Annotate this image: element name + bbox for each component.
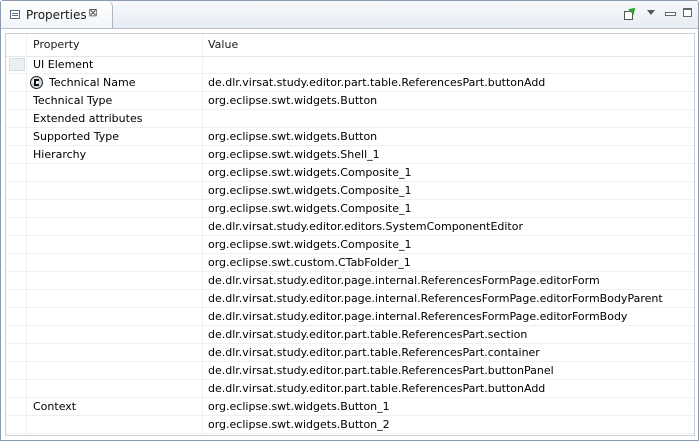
- value-cell: org.eclipse.swt.widgets.Button_1: [208, 400, 390, 413]
- value-cell: org.eclipse.swt.widgets.Composite_1: [208, 166, 412, 179]
- value-cell: de.dlr.virsat.study.editor.part.table.Re…: [208, 328, 528, 341]
- value-cell: org.eclipse.swt.widgets.Composite_1: [208, 202, 412, 215]
- column-header-property[interactable]: Property: [33, 34, 80, 56]
- table-row[interactable]: org.eclipse.swt.widgets.Composite_1: [6, 200, 694, 218]
- value-cell: de.dlr.virsat.study.editor.page.internal…: [208, 310, 628, 323]
- properties-tab[interactable]: Properties ⊠: [1, 1, 113, 28]
- table-body: UI Element Technical Name de.dlr.virsat.st…: [6, 56, 694, 434]
- table-row[interactable]: org.eclipse.swt.widgets.Composite_1: [6, 182, 694, 200]
- globe-icon: [30, 76, 43, 89]
- table-row[interactable]: de.dlr.virsat.study.editor.editors.Syste…: [6, 218, 694, 236]
- properties-table[interactable]: Property Value UI Element Technical Name d…: [5, 33, 695, 436]
- properties-view: Properties ⊠ Property Value UI Element Te…: [0, 0, 699, 441]
- table-row[interactable]: org.eclipse.swt.custom.CTabFolder_1: [6, 254, 694, 272]
- maximize-icon[interactable]: [683, 7, 693, 21]
- tab-title: Properties: [26, 8, 87, 22]
- property-cell: Supported Type: [33, 130, 119, 143]
- table-row[interactable]: de.dlr.virsat.study.editor.page.internal…: [6, 290, 694, 308]
- table-row[interactable]: de.dlr.virsat.study.editor.part.table.Re…: [6, 380, 694, 398]
- value-cell: de.dlr.virsat.study.editor.editors.Syste…: [208, 220, 523, 233]
- table-row[interactable]: Supported Type org.eclipse.swt.widgets.Bu…: [6, 128, 694, 146]
- value-cell: org.eclipse.swt.widgets.Shell_1: [208, 148, 380, 161]
- table-row[interactable]: Technical Name de.dlr.virsat.study.editor…: [6, 74, 694, 92]
- property-cell: Context: [33, 400, 77, 413]
- value-cell: org.eclipse.swt.widgets.Button_2: [208, 418, 390, 431]
- view-menu-icon[interactable]: [646, 7, 656, 21]
- pin-icon[interactable]: [623, 5, 638, 21]
- table-row[interactable]: UI Element: [6, 56, 694, 74]
- value-cell: de.dlr.virsat.study.editor.page.internal…: [208, 274, 600, 287]
- property-cell: Technical Name: [49, 76, 136, 89]
- table-row[interactable]: org.eclipse.swt.widgets.Button_2: [6, 416, 694, 434]
- value-cell: org.eclipse.swt.widgets.Button: [208, 94, 378, 107]
- table-row[interactable]: de.dlr.virsat.study.editor.part.table.Re…: [6, 344, 694, 362]
- value-cell: de.dlr.virsat.study.editor.part.table.Re…: [208, 382, 546, 395]
- value-cell: org.eclipse.swt.custom.CTabFolder_1: [208, 256, 411, 269]
- value-cell: org.eclipse.swt.widgets.Composite_1: [208, 238, 412, 251]
- value-cell: org.eclipse.swt.widgets.Button: [208, 130, 378, 143]
- value-cell: org.eclipse.swt.widgets.Composite_1: [208, 184, 412, 197]
- table-row[interactable]: de.dlr.virsat.study.editor.page.internal…: [6, 308, 694, 326]
- table-row[interactable]: de.dlr.virsat.study.editor.part.table.Re…: [6, 362, 694, 380]
- property-cell: Hierarchy: [33, 148, 87, 161]
- view-header: Properties ⊠: [1, 1, 698, 29]
- property-cell: UI Element: [33, 58, 94, 71]
- table-row[interactable]: org.eclipse.swt.widgets.Composite_1: [6, 164, 694, 182]
- table-row[interactable]: Technical Type org.eclipse.swt.widgets.Bu…: [6, 92, 694, 110]
- value-cell: de.dlr.virsat.study.editor.part.table.Re…: [208, 346, 540, 359]
- table-row[interactable]: Extended attributes: [6, 110, 694, 128]
- minimize-icon[interactable]: [665, 7, 676, 21]
- table-row[interactable]: de.dlr.virsat.study.editor.part.table.Re…: [6, 326, 694, 344]
- table-row[interactable]: Hierarchy org.eclipse.swt.widgets.Shell_1: [6, 146, 694, 164]
- row-selection-marker: [9, 58, 25, 71]
- properties-view-icon: [10, 10, 20, 19]
- value-cell: de.dlr.virsat.study.editor.page.internal…: [208, 292, 663, 305]
- value-cell: de.dlr.virsat.study.editor.part.table.Re…: [208, 364, 554, 377]
- close-icon[interactable]: ⊠: [87, 7, 99, 19]
- table-row[interactable]: de.dlr.virsat.study.editor.page.internal…: [6, 272, 694, 290]
- property-cell: Extended attributes: [33, 112, 143, 125]
- table-header: Property Value: [6, 34, 694, 57]
- table-row[interactable]: org.eclipse.swt.widgets.Composite_1: [6, 236, 694, 254]
- column-header-value[interactable]: Value: [208, 34, 238, 56]
- property-cell: Technical Type: [33, 94, 113, 107]
- value-cell: de.dlr.virsat.study.editor.part.table.Re…: [208, 76, 546, 89]
- table-row[interactable]: Context org.eclipse.swt.widgets.Button_1: [6, 398, 694, 416]
